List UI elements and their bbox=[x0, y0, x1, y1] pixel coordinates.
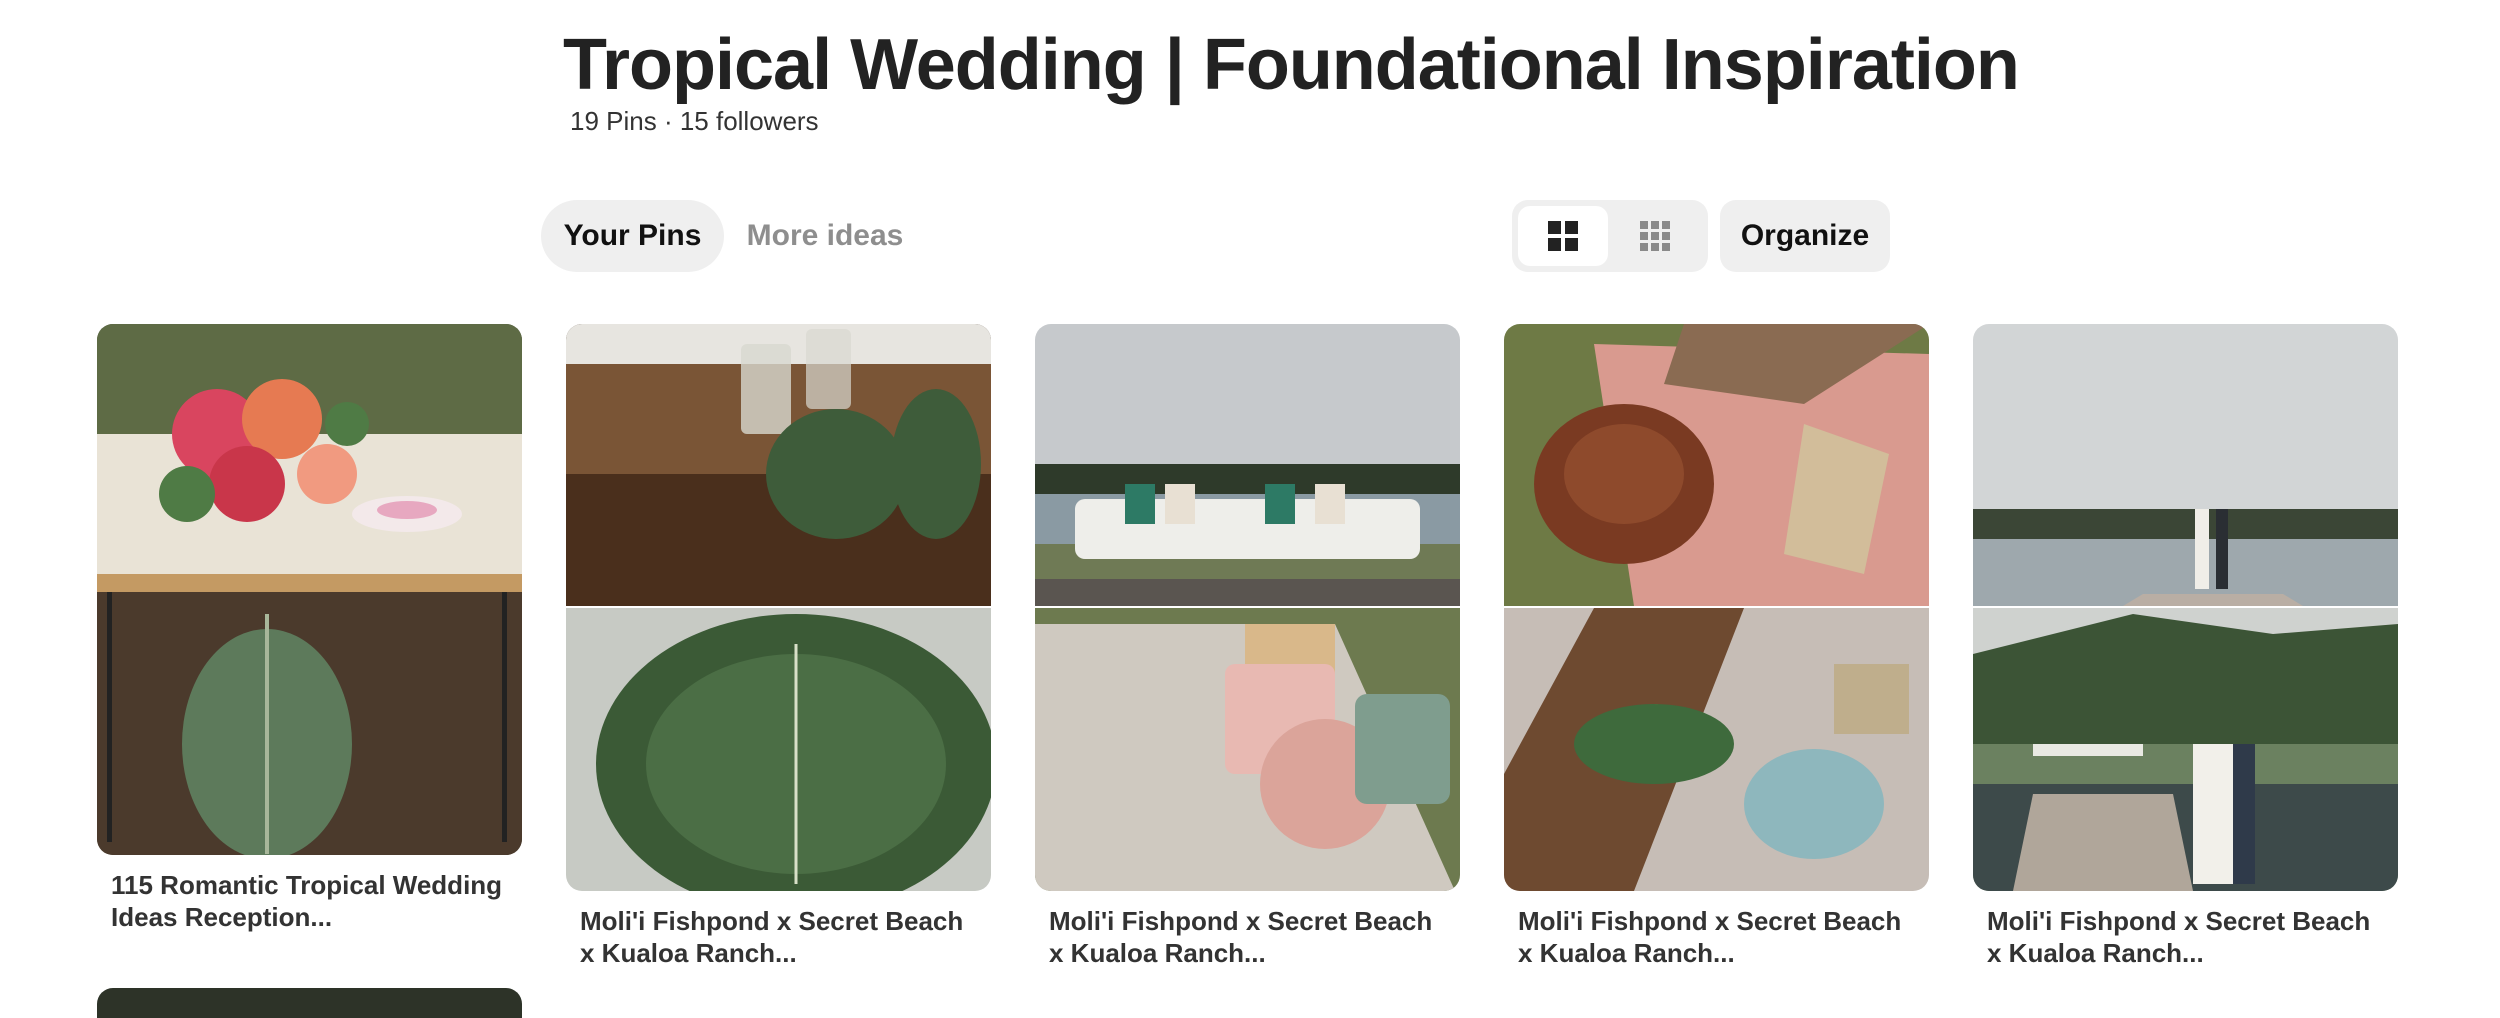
view-toggle bbox=[1512, 200, 1708, 272]
compact-grid-icon bbox=[1640, 221, 1670, 251]
large-grid-icon bbox=[1548, 221, 1578, 251]
pin-title[interactable]: Moli'i Fishpond x Secret Beach x Kualoa … bbox=[580, 905, 977, 969]
couple-pier-collage-image bbox=[1973, 324, 2398, 891]
organize-button[interactable]: Organize bbox=[1720, 200, 1890, 272]
pin-image[interactable] bbox=[97, 324, 522, 855]
pin-image[interactable] bbox=[1035, 324, 1460, 891]
pin-title[interactable]: Moli'i Fishpond x Secret Beach x Kualoa … bbox=[1049, 905, 1446, 969]
pin-image[interactable] bbox=[566, 324, 991, 891]
pin-card[interactable]: Moli'i Fishpond x Secret Beach x Kualoa … bbox=[566, 324, 991, 969]
pin-card[interactable]: Moli'i Fishpond x Secret Beach x Kualoa … bbox=[1035, 324, 1460, 969]
tropical-bouquet-table-image bbox=[97, 324, 522, 855]
pin-card[interactable]: 115 Romantic Tropical Wedding Ideas Rece… bbox=[97, 324, 522, 933]
pin-card[interactable]: Moli'i Fishpond x Secret Beach x Kualoa … bbox=[1973, 324, 2398, 969]
pouf-rug-collage-image bbox=[1504, 324, 1929, 891]
tab-your-pins[interactable]: Your Pins bbox=[541, 200, 724, 272]
pin-image[interactable] bbox=[1504, 324, 1929, 891]
pin-title[interactable]: Moli'i Fishpond x Secret Beach x Kualoa … bbox=[1518, 905, 1915, 969]
board-title: Tropical Wedding | Foundational Inspirat… bbox=[563, 25, 2020, 105]
pin-image[interactable] bbox=[1973, 324, 2398, 891]
tab-more-ideas[interactable]: More ideas bbox=[735, 200, 915, 272]
leaf-signs-collage-image bbox=[566, 324, 991, 891]
pin-title[interactable]: 115 Romantic Tropical Wedding Ideas Rece… bbox=[111, 869, 508, 933]
large-grid-button[interactable] bbox=[1518, 206, 1608, 266]
pin-title[interactable]: Moli'i Fishpond x Secret Beach x Kualoa … bbox=[1987, 905, 2384, 969]
compact-grid-button[interactable] bbox=[1610, 206, 1700, 266]
lounge-setup-collage-image bbox=[1035, 324, 1460, 891]
pin-card[interactable]: Moli'i Fishpond x Secret Beach x Kualoa … bbox=[1504, 324, 1929, 969]
board-stats[interactable]: 19 Pins · 15 followers bbox=[570, 106, 819, 137]
next-pin-image-peek[interactable] bbox=[97, 988, 522, 1018]
